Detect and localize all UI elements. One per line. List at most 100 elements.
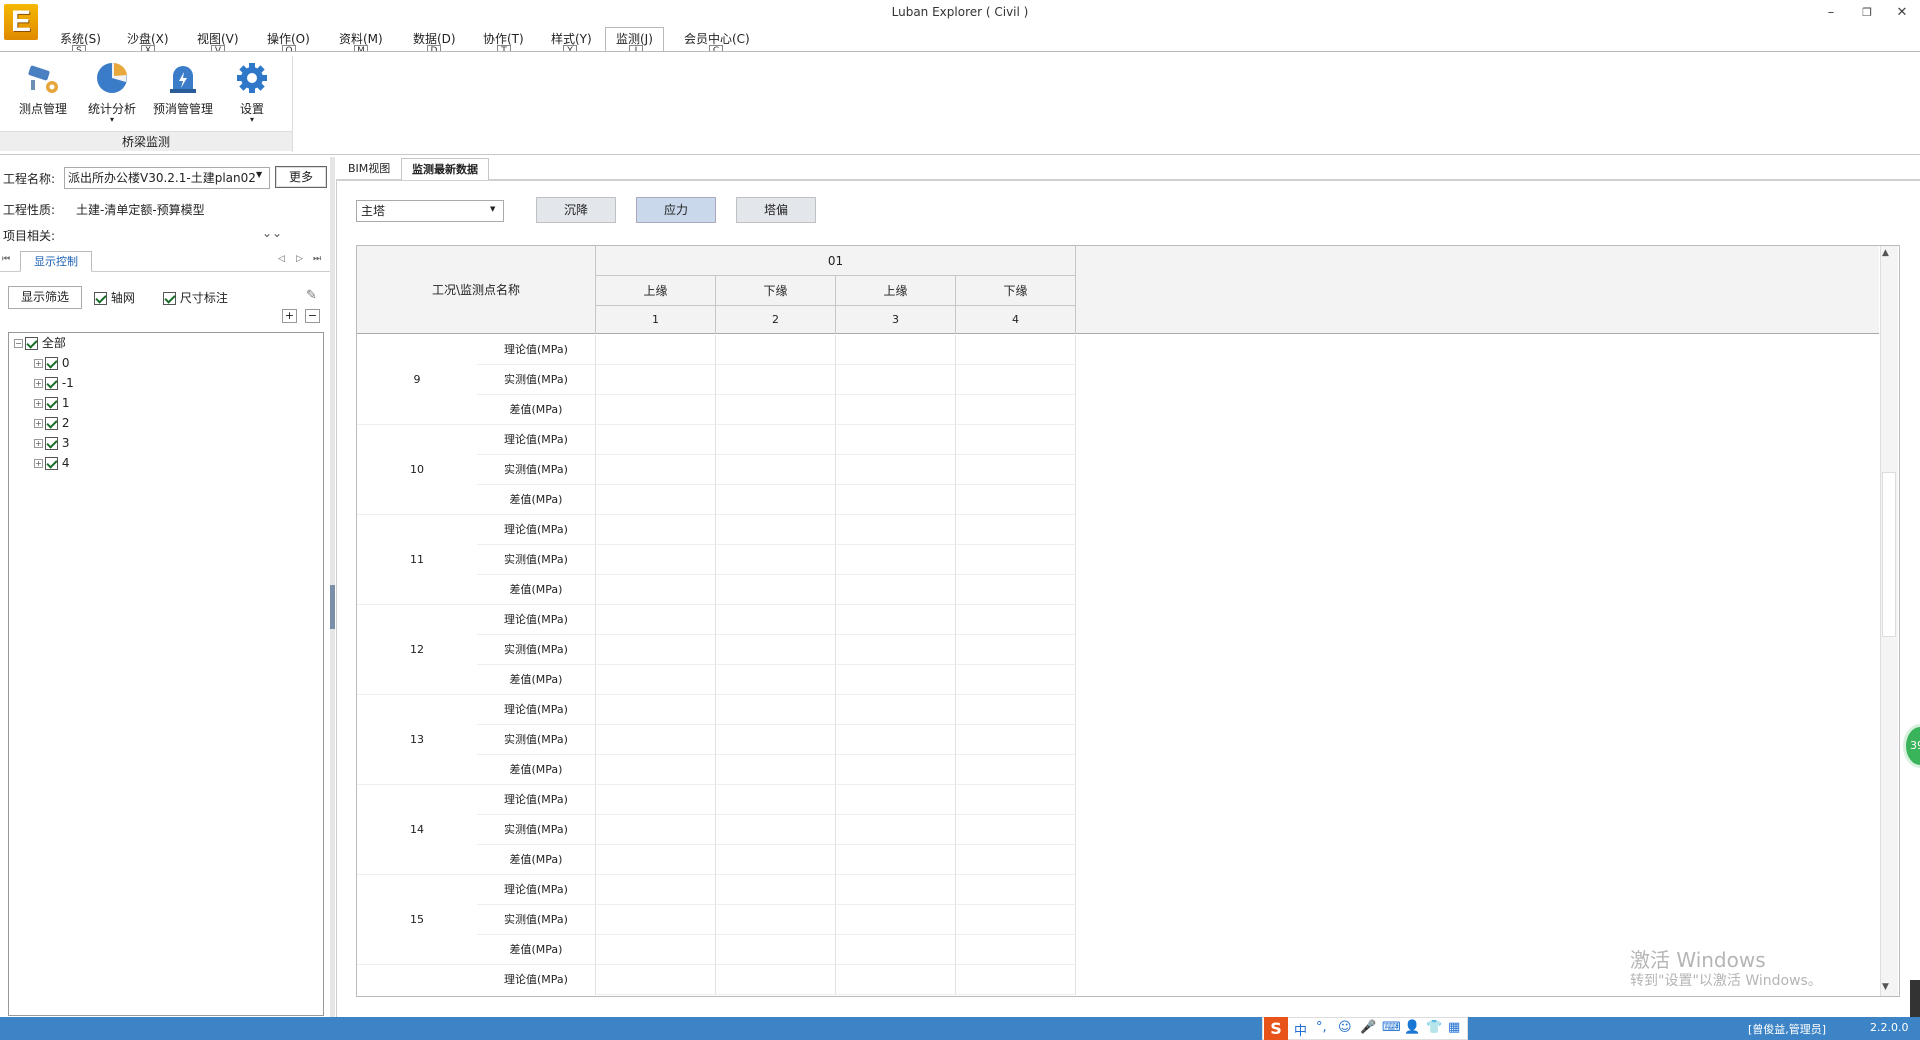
table-cell[interactable]	[836, 905, 956, 935]
punctuation-icon[interactable]: °,	[1316, 1020, 1327, 1035]
tree-item[interactable]: + 4	[34, 453, 69, 473]
double-chevron-down-icon[interactable]: ⌄⌄	[262, 226, 282, 240]
table-cell[interactable]	[836, 875, 956, 905]
chinese-mode-icon[interactable]: 中	[1294, 1020, 1307, 1039]
table-cell[interactable]	[716, 815, 836, 845]
checkbox-icon[interactable]	[25, 337, 38, 350]
more-button[interactable]: 更多	[275, 166, 327, 188]
table-cell[interactable]	[956, 665, 1076, 695]
table-cell[interactable]	[836, 845, 956, 875]
display-filter-button[interactable]: 显示筛选	[8, 286, 82, 309]
table-cell[interactable]	[596, 545, 716, 575]
table-cell[interactable]	[596, 635, 716, 665]
table-cell[interactable]	[836, 515, 956, 545]
table-cell[interactable]	[596, 425, 716, 455]
table-cell[interactable]	[956, 725, 1076, 755]
table-cell[interactable]	[836, 695, 956, 725]
table-cell[interactable]	[596, 905, 716, 935]
table-cell[interactable]	[716, 845, 836, 875]
checkbox-icon[interactable]	[45, 377, 58, 390]
table-cell[interactable]	[836, 425, 956, 455]
table-cell[interactable]	[956, 695, 1076, 725]
expand-all-button[interactable]: +	[282, 309, 297, 323]
table-cell[interactable]	[716, 785, 836, 815]
microphone-icon[interactable]: 🎤	[1360, 1020, 1376, 1035]
table-cell[interactable]	[716, 965, 836, 995]
table-cell[interactable]	[596, 665, 716, 695]
table-cell[interactable]	[596, 575, 716, 605]
tree-item[interactable]: + 3	[34, 433, 69, 453]
stress-button[interactable]: 应力	[636, 197, 716, 223]
splitter-grip[interactable]	[330, 585, 335, 629]
table-cell[interactable]	[836, 455, 956, 485]
table-cell[interactable]	[596, 395, 716, 425]
table-cell[interactable]	[716, 365, 836, 395]
table-cell[interactable]	[716, 725, 836, 755]
table-cell[interactable]	[956, 425, 1076, 455]
tab-bim-view[interactable]: BIM视图	[338, 158, 400, 180]
table-cell[interactable]	[956, 485, 1076, 515]
table-cell[interactable]	[836, 335, 956, 365]
next-icon[interactable]: ▷	[296, 254, 303, 264]
checkbox-icon[interactable]	[45, 417, 58, 430]
table-cell[interactable]	[596, 335, 716, 365]
ribbon-statistics-button[interactable]: 统计分析 ▾	[80, 60, 144, 124]
table-cell[interactable]	[716, 755, 836, 785]
checkbox-icon[interactable]	[45, 457, 58, 470]
restore-button[interactable]: ❐	[1854, 2, 1880, 24]
ribbon-measure-point-button[interactable]: 测点管理	[11, 60, 75, 117]
tree-item[interactable]: + -1	[34, 373, 74, 393]
table-cell[interactable]	[596, 695, 716, 725]
table-cell[interactable]	[716, 455, 836, 485]
table-cell[interactable]	[716, 425, 836, 455]
table-cell[interactable]	[836, 725, 956, 755]
table-cell[interactable]	[956, 965, 1076, 995]
tower-deviation-button[interactable]: 塔偏	[736, 197, 816, 223]
tower-select[interactable]: 主塔	[356, 200, 504, 222]
table-cell[interactable]	[956, 515, 1076, 545]
table-cell[interactable]	[836, 395, 956, 425]
table-cell[interactable]	[716, 575, 836, 605]
sogou-icon[interactable]: S	[1264, 1017, 1288, 1040]
table-cell[interactable]	[836, 575, 956, 605]
table-cell[interactable]	[956, 905, 1076, 935]
table-cell[interactable]	[596, 515, 716, 545]
tab-display-control[interactable]: 显示控制	[20, 251, 92, 272]
table-cell[interactable]	[596, 965, 716, 995]
checkbox-icon[interactable]	[45, 437, 58, 450]
table-cell[interactable]	[716, 395, 836, 425]
ribbon-alarm-management-button[interactable]: 预消管管理	[149, 60, 217, 117]
table-cell[interactable]	[836, 365, 956, 395]
table-cell[interactable]	[956, 755, 1076, 785]
table-cell[interactable]	[596, 365, 716, 395]
table-cell[interactable]	[956, 605, 1076, 635]
table-cell[interactable]	[716, 695, 836, 725]
table-cell[interactable]	[836, 815, 956, 845]
close-button[interactable]: ✕	[1889, 2, 1915, 24]
skin-icon[interactable]: 👕	[1426, 1020, 1442, 1035]
axis-checkbox[interactable]: 轴网	[94, 289, 135, 306]
table-cell[interactable]	[956, 365, 1076, 395]
table-cell[interactable]	[716, 635, 836, 665]
table-cell[interactable]	[956, 545, 1076, 575]
table-cell[interactable]	[956, 455, 1076, 485]
ribbon-settings-button[interactable]: 设置 ▾	[220, 60, 284, 124]
table-cell[interactable]	[716, 875, 836, 905]
table-cell[interactable]	[716, 335, 836, 365]
table-cell[interactable]	[716, 905, 836, 935]
scrollbar-thumb[interactable]	[1882, 472, 1896, 637]
table-cell[interactable]	[956, 395, 1076, 425]
collapse-all-button[interactable]: −	[305, 309, 320, 323]
table-cell[interactable]	[956, 845, 1076, 875]
table-cell[interactable]	[716, 665, 836, 695]
expand-icon[interactable]: +	[34, 439, 43, 448]
tree-item[interactable]: + 2	[34, 413, 69, 433]
checkbox-icon[interactable]	[45, 357, 58, 370]
table-cell[interactable]	[596, 875, 716, 905]
collapse-icon[interactable]: −	[14, 339, 23, 348]
table-cell[interactable]	[956, 935, 1076, 965]
minimize-button[interactable]: –	[1818, 2, 1844, 24]
table-cell[interactable]	[716, 605, 836, 635]
table-cell[interactable]	[716, 485, 836, 515]
table-cell[interactable]	[716, 545, 836, 575]
